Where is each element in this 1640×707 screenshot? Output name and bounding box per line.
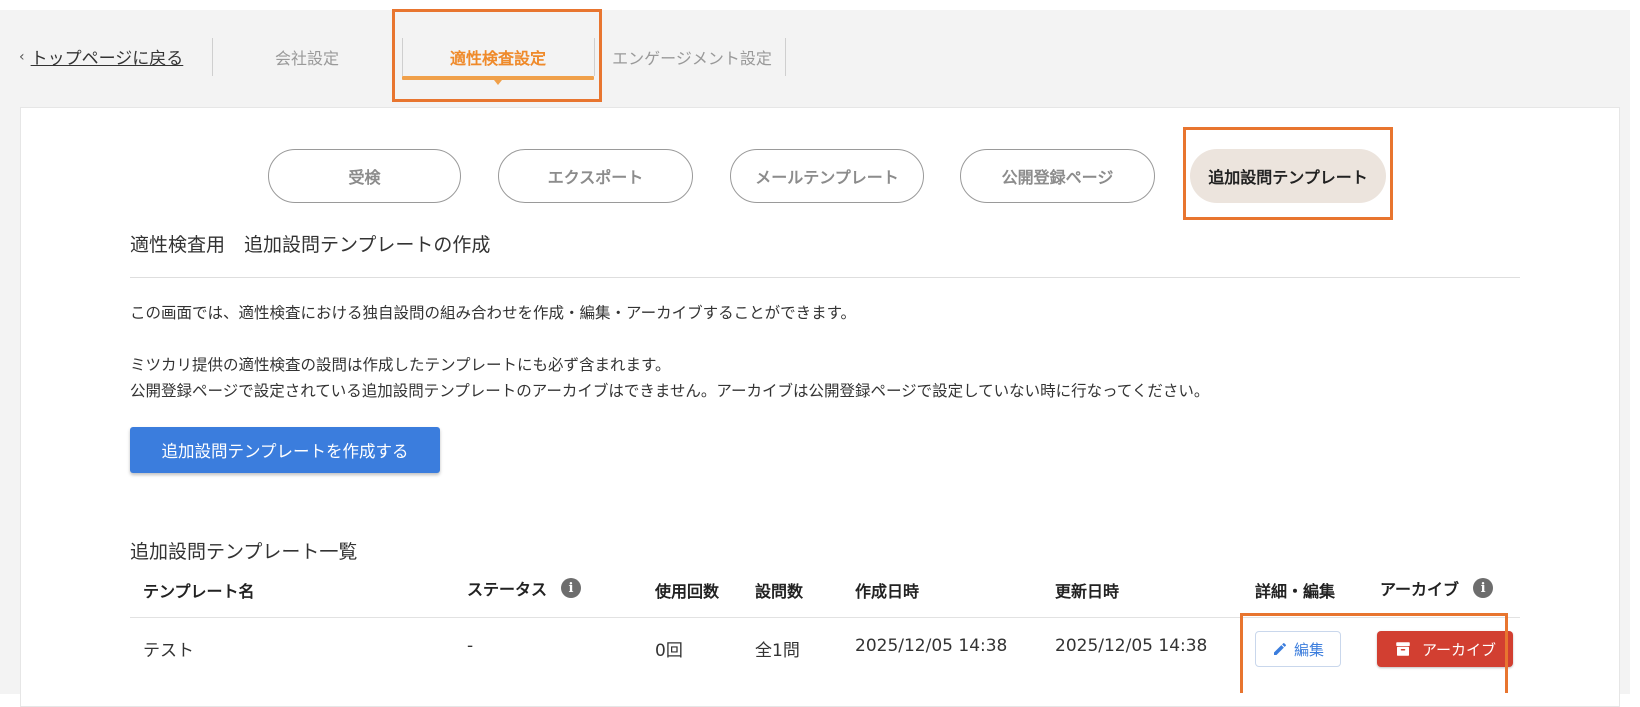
header-label: 詳細・編集 (1255, 582, 1336, 601)
info-icon[interactable]: i (561, 578, 582, 598)
subtab-mail-template[interactable]: メールテンプレート (730, 149, 924, 203)
header-label: 設問数 (755, 582, 804, 601)
column-header-usage: 使用回数 (655, 578, 719, 602)
header-label: テンプレート名 (143, 582, 255, 601)
header-label: アーカイブ (1380, 580, 1460, 599)
title-divider (130, 277, 1520, 278)
column-header-created: 作成日時 (855, 578, 919, 602)
page-title: 適性検査用 追加設問テンプレートの作成 (130, 234, 491, 256)
description-line-3: 公開登録ページで設定されている追加設問テンプレートのアーカイブはできません。アー… (130, 382, 1210, 400)
header-label: 更新日時 (1055, 582, 1120, 601)
nav-divider (212, 38, 213, 76)
tab-company-settings[interactable]: 会社設定 (262, 45, 352, 69)
cell-template-name: テスト (143, 641, 194, 661)
back-link-label: トップページに戻る (30, 49, 184, 69)
cell-status: - (467, 636, 474, 656)
cell-updated-at: 2025/12/05 14:38 (1055, 636, 1208, 656)
cell-usage-count: 0回 (655, 641, 683, 661)
header-label: 使用回数 (655, 582, 720, 601)
subtab-exam[interactable]: 受検 (268, 149, 461, 203)
header-label: ステータス (467, 580, 548, 599)
description-line-2: ミツカリ提供の適性検査の設問は作成したテンプレートにも必ず含まれます。 (130, 356, 671, 374)
create-template-button[interactable]: 追加設問テンプレートを作成する (130, 427, 440, 473)
back-to-top-link[interactable]: ‹ トップページに戻る (19, 44, 184, 70)
tab-engagement-settings[interactable]: エンゲージメント設定 (604, 45, 780, 69)
column-header-edit: 詳細・編集 (1255, 578, 1335, 602)
header-label: 作成日時 (855, 582, 920, 601)
nav-divider (785, 38, 786, 76)
highlight-frame-actions (1240, 613, 1508, 693)
cell-created-at: 2025/12/05 14:38 (855, 636, 1008, 656)
template-list-title: 追加設問テンプレート一覧 (130, 541, 358, 563)
column-header-status: ステータス i (467, 576, 582, 600)
cell-question-count: 全1問 (755, 641, 800, 661)
chevron-left-icon: ‹ (19, 48, 25, 65)
highlight-frame-subtab (1183, 127, 1393, 220)
description-line-1: この画面では、適性検査における独自設問の組み合わせを作成・編集・アーカイブするこ… (130, 304, 857, 322)
info-icon[interactable]: i (1473, 578, 1494, 598)
column-header-archive: アーカイブ i (1380, 576, 1494, 600)
subtab-export[interactable]: エクスポート (498, 149, 693, 203)
highlight-frame-tab (392, 9, 602, 102)
column-header-name: テンプレート名 (143, 578, 255, 602)
column-header-questions: 設問数 (755, 578, 803, 602)
column-header-updated: 更新日時 (1055, 578, 1119, 602)
subtab-public-registration[interactable]: 公開登録ページ (960, 149, 1155, 203)
